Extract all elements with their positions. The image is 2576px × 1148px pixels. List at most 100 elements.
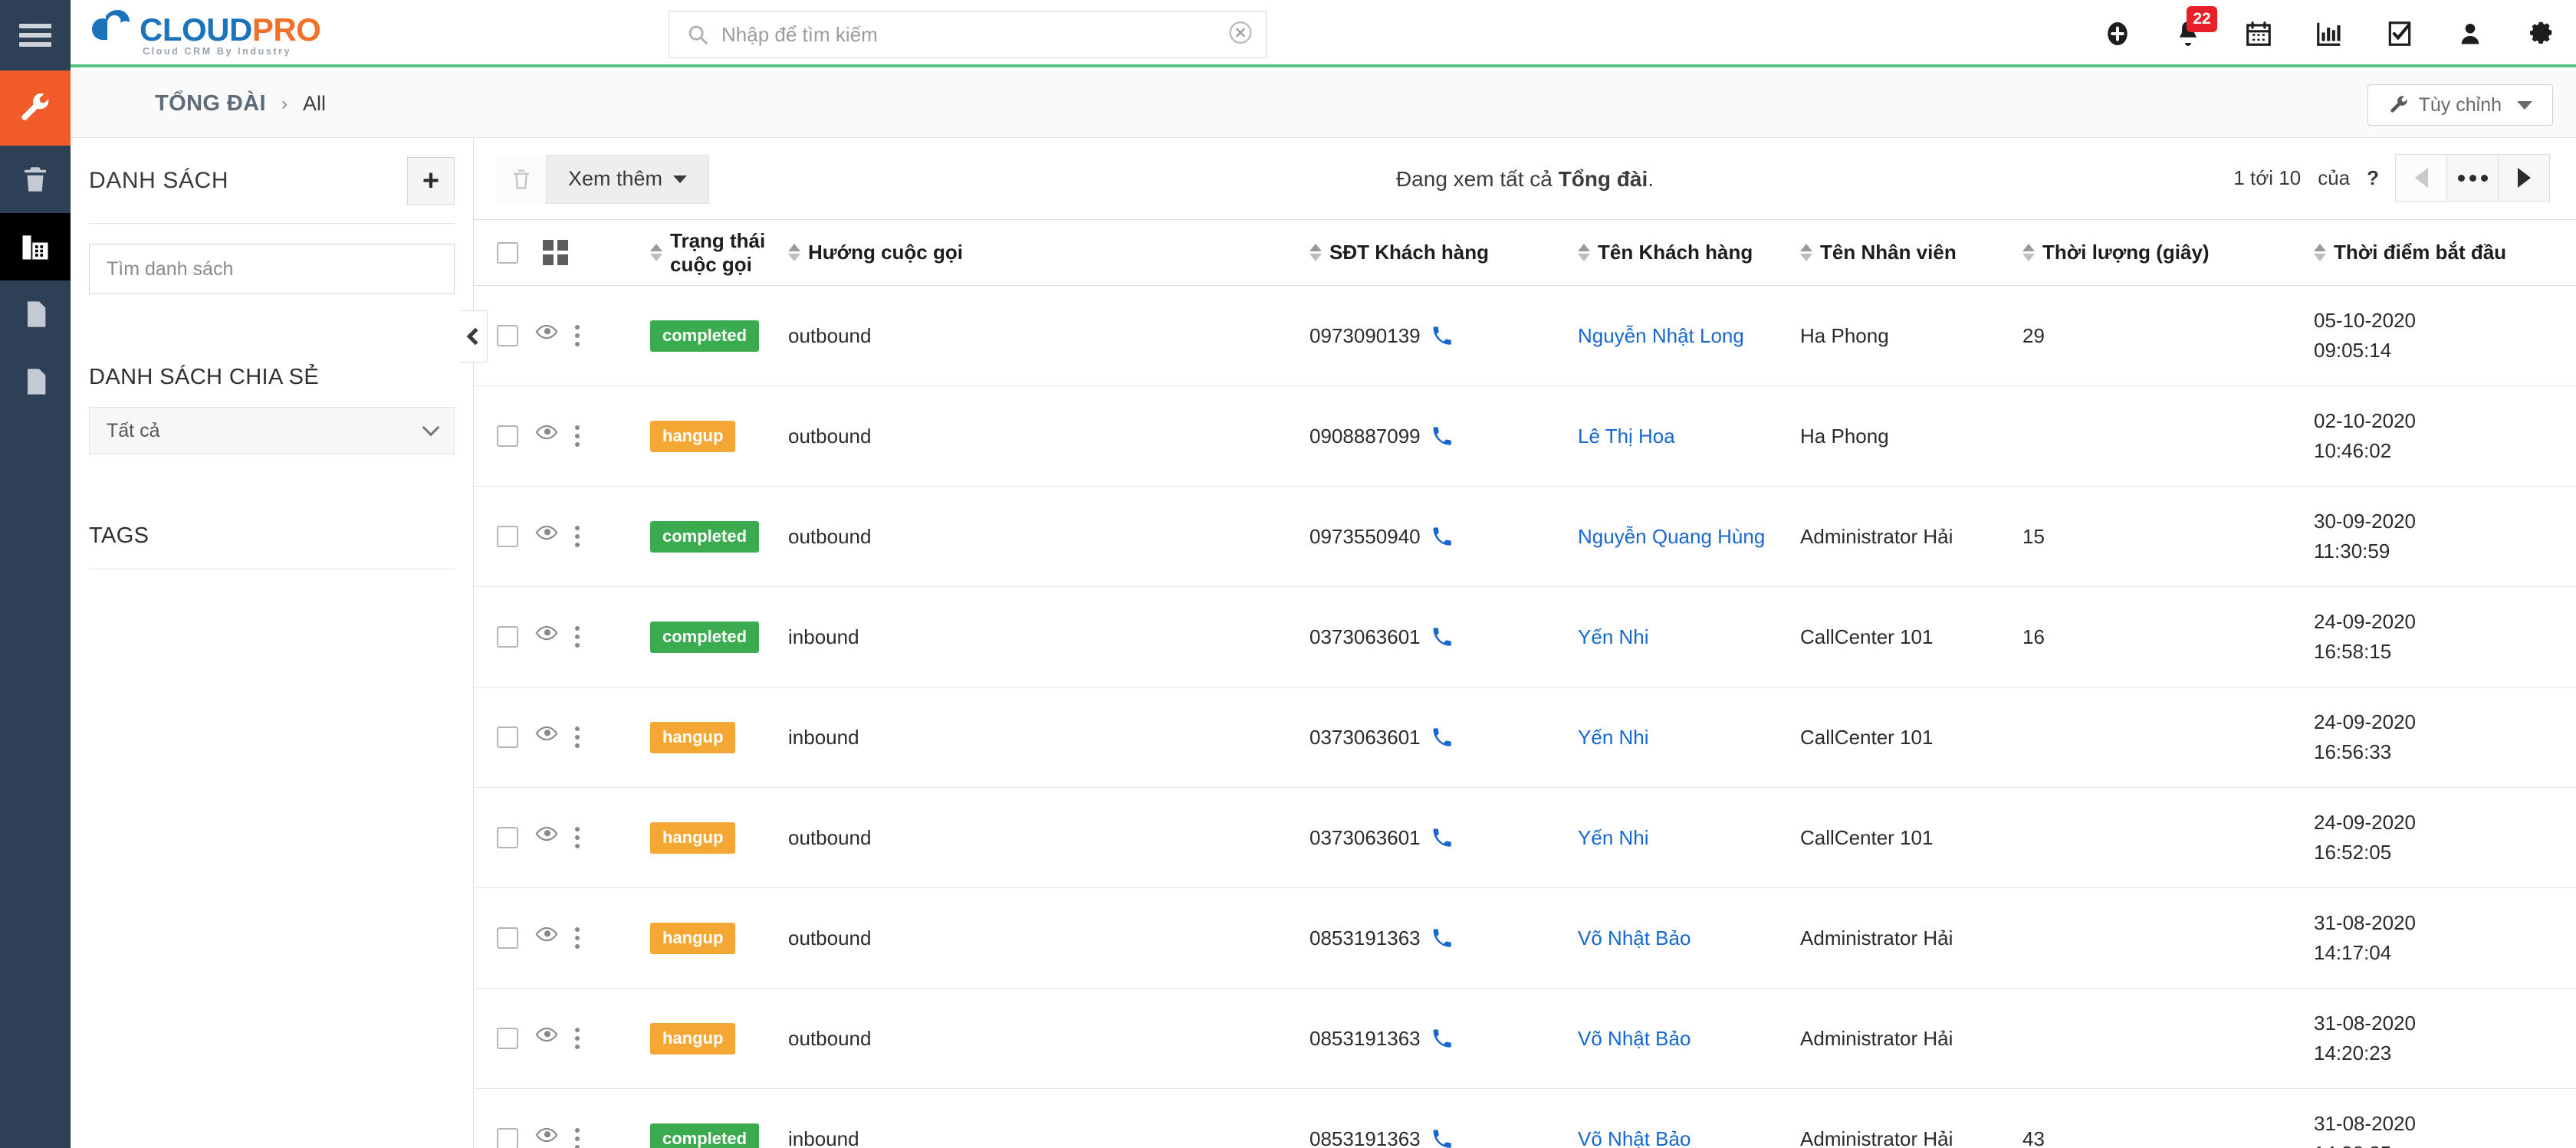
row-preview-button[interactable]: [535, 521, 558, 553]
row-checkbox[interactable]: [497, 927, 518, 949]
preview-icon[interactable]: [535, 923, 558, 946]
customer-link[interactable]: Võ Nhật Bảo: [1578, 927, 1691, 950]
row-menu-button[interactable]: [575, 626, 580, 648]
global-search[interactable]: Nhập để tìm kiếm: [669, 11, 1267, 58]
customer-link[interactable]: Nguyễn Quang Hùng: [1578, 525, 1765, 548]
table-row[interactable]: hangup outbound 0853191363 Võ Nhật Bảo Admin…: [474, 988, 2576, 1089]
phone-call-icon[interactable]: [1431, 828, 1451, 848]
column-header-starttime[interactable]: Thời điểm bắt đầu: [2314, 219, 2576, 286]
row-preview-button[interactable]: [535, 1023, 558, 1055]
customer-link[interactable]: Lê Thị Hoa: [1578, 425, 1675, 448]
rail-item-module[interactable]: [0, 71, 71, 146]
rail-item-telephony[interactable]: [0, 213, 71, 280]
table-row[interactable]: hangup outbound 0373063601 Yến Nhi CallCente…: [474, 787, 2576, 888]
table-row[interactable]: hangup inbound 0373063601 Yến Nhi CallCenter…: [474, 687, 2576, 788]
analytics-button[interactable]: [2314, 17, 2344, 51]
customer-link[interactable]: Võ Nhật Bảo: [1578, 1027, 1691, 1050]
rail-item-trash[interactable]: [0, 146, 71, 213]
preview-icon[interactable]: [535, 722, 558, 745]
pagination-prev-button[interactable]: [2395, 154, 2447, 202]
column-header-direction[interactable]: Hướng cuộc gọi: [788, 219, 1310, 286]
tasks-button[interactable]: [2384, 17, 2415, 51]
customer-link[interactable]: Yến Nhi: [1578, 826, 1649, 849]
table-row[interactable]: completed outbound 0973090139 Nguyễn Nhật L…: [474, 285, 2576, 386]
customer-link[interactable]: Yến Nhi: [1578, 625, 1649, 648]
notifications-button[interactable]: 22: [2173, 6, 2217, 51]
column-header-phone[interactable]: SĐT Khách hàng: [1309, 219, 1579, 286]
row-checkbox[interactable]: [497, 827, 518, 848]
list-search-input[interactable]: Tìm danh sách: [89, 244, 455, 294]
preview-icon[interactable]: [535, 622, 558, 645]
phone-call-icon[interactable]: [1431, 1028, 1451, 1048]
phone-call-icon[interactable]: [1431, 727, 1451, 747]
preview-icon[interactable]: [535, 822, 558, 845]
pagination-ellipsis-button[interactable]: [2446, 154, 2499, 202]
shared-lists-select[interactable]: Tất cả: [89, 407, 455, 454]
table-row[interactable]: completed inbound 0853191363 Võ Nhật Bảo Adm…: [474, 1088, 2576, 1148]
customer-link[interactable]: Võ Nhật Bảo: [1578, 1127, 1691, 1148]
add-list-button[interactable]: +: [407, 157, 455, 205]
collapse-sidebar-handle[interactable]: [460, 310, 488, 362]
preview-icon[interactable]: [535, 1023, 558, 1046]
table-row[interactable]: completed inbound 0373063601 Yến Nhi CallCen…: [474, 586, 2576, 687]
row-menu-button[interactable]: [575, 1128, 580, 1148]
preview-icon[interactable]: [535, 320, 558, 343]
row-checkbox[interactable]: [497, 526, 518, 547]
phone-call-icon[interactable]: [1431, 426, 1451, 446]
row-menu-button[interactable]: [575, 927, 580, 949]
row-checkbox[interactable]: [497, 325, 518, 346]
row-menu-button[interactable]: [575, 325, 580, 346]
more-actions-button[interactable]: Xem thêm: [546, 154, 710, 204]
row-menu-button[interactable]: [575, 526, 580, 547]
table-row[interactable]: hangup outbound 0908887099 Lê Thị Hoa Ha Pho…: [474, 385, 2576, 487]
row-preview-button[interactable]: [535, 722, 558, 753]
preview-icon[interactable]: [535, 1123, 558, 1146]
phone-call-icon[interactable]: [1431, 928, 1451, 948]
column-header-duration[interactable]: Thời lượng (giây): [2022, 219, 2315, 286]
row-menu-button[interactable]: [575, 425, 580, 447]
row-preview-button[interactable]: [535, 1123, 558, 1148]
row-preview-button[interactable]: [535, 622, 558, 653]
row-checkbox[interactable]: [497, 626, 518, 648]
phone-call-icon[interactable]: [1431, 326, 1451, 346]
customer-link[interactable]: Nguyễn Nhật Long: [1578, 324, 1744, 347]
select-all-checkbox[interactable]: [497, 241, 518, 264]
rail-item-documents[interactable]: [0, 280, 71, 348]
settings-button[interactable]: [2525, 17, 2556, 51]
calendar-button[interactable]: [2243, 17, 2274, 51]
row-menu-button[interactable]: [575, 827, 580, 848]
row-preview-button[interactable]: [535, 320, 558, 352]
search-input-placeholder[interactable]: Nhập để tìm kiếm: [721, 23, 878, 47]
row-preview-button[interactable]: [535, 923, 558, 954]
row-checkbox[interactable]: [497, 1028, 518, 1049]
phone-call-icon[interactable]: [1431, 526, 1451, 546]
breadcrumb-leaf[interactable]: All: [303, 92, 326, 116]
row-preview-button[interactable]: [535, 822, 558, 854]
rail-item-reports[interactable]: [0, 348, 71, 415]
delete-selected-button[interactable]: [497, 154, 546, 204]
user-profile-button[interactable]: [2455, 17, 2486, 51]
preview-icon[interactable]: [535, 421, 558, 444]
column-header-agent[interactable]: Tên Nhân viên: [1800, 219, 2023, 286]
preview-icon[interactable]: [535, 521, 558, 544]
grid-view-icon[interactable]: [543, 240, 568, 265]
breadcrumb-module[interactable]: TỔNG ĐÀI: [155, 91, 266, 116]
table-row[interactable]: completed outbound 0973550940 Nguyễn Quang …: [474, 486, 2576, 587]
phone-call-icon[interactable]: [1431, 1129, 1451, 1148]
column-header-status[interactable]: Trạng thái cuộc gọi: [650, 219, 788, 286]
row-checkbox[interactable]: [497, 425, 518, 447]
hamburger-menu-button[interactable]: [0, 0, 71, 71]
app-logo[interactable]: CLOUDPRO Cloud CRM By Industry: [92, 7, 345, 57]
table-row[interactable]: hangup outbound 0853191363 Võ Nhật Bảo Admin…: [474, 887, 2576, 989]
pagination-next-button[interactable]: [2498, 154, 2550, 202]
phone-call-icon[interactable]: [1431, 627, 1451, 647]
row-menu-button[interactable]: [575, 1028, 580, 1049]
quick-create-button[interactable]: [2102, 17, 2133, 51]
row-checkbox[interactable]: [497, 727, 518, 748]
search-clear-button[interactable]: [1228, 21, 1253, 49]
row-checkbox[interactable]: [497, 1128, 518, 1148]
row-preview-button[interactable]: [535, 421, 558, 452]
customer-link[interactable]: Yến Nhi: [1578, 726, 1649, 749]
row-menu-button[interactable]: [575, 727, 580, 748]
column-header-customer[interactable]: Tên Khách hàng: [1578, 219, 1801, 286]
